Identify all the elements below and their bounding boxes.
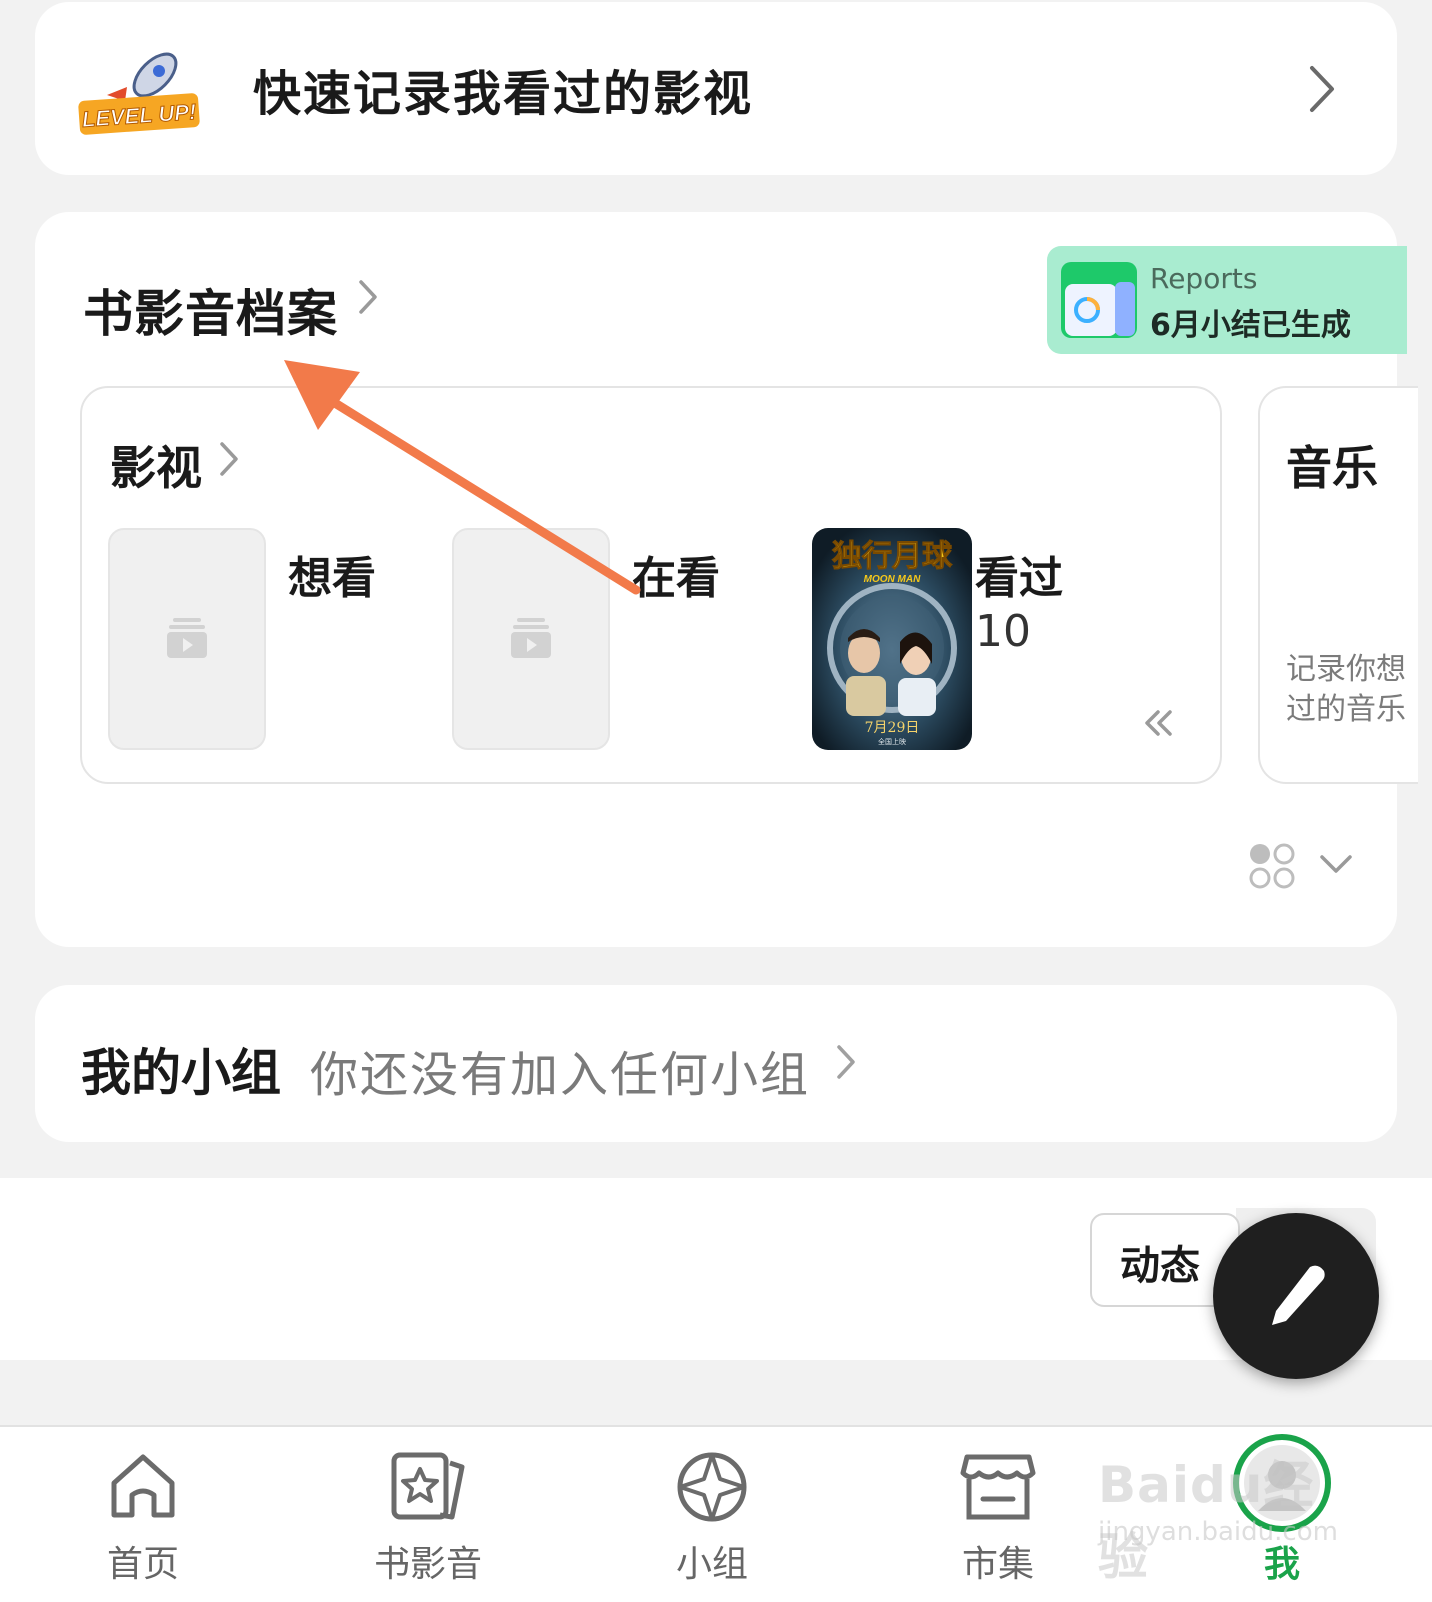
bottom-nav: 首页 书影音 小组 市集 我	[0, 1425, 1432, 1602]
movies-title: 影视	[110, 441, 202, 495]
archive-title[interactable]: 书影音档案	[83, 274, 338, 346]
video-placeholder-icon	[511, 618, 551, 658]
nav-groups-label: 小组	[675, 1544, 748, 1585]
svg-text:MOON MAN: MOON MAN	[864, 574, 921, 585]
music-description: 记录你想 过的音乐	[1286, 652, 1406, 727]
music-panel[interactable]: 音乐 记录你想 过的音乐	[1258, 386, 1418, 784]
reports-banner[interactable]: Reports 6月小结已生成	[1047, 246, 1407, 354]
nav-media-label: 书影音	[373, 1544, 482, 1585]
watching-label[interactable]: 在看	[632, 542, 720, 606]
group-globe-icon	[677, 1452, 747, 1522]
shop-icon	[960, 1454, 1036, 1520]
grid-layout-icon[interactable]	[1248, 842, 1296, 890]
chevron-right-icon	[1310, 66, 1334, 112]
nav-home-label: 首页	[106, 1544, 179, 1585]
reports-text: 6月小结已生成	[1150, 308, 1351, 343]
movies-panel[interactable]: 影视 想看 在看 独行月球 MOON MAN 7月29日 全国上映 看过 10	[80, 386, 1222, 784]
pencil-icon	[1272, 1265, 1325, 1325]
nav-home[interactable]: 首页	[53, 1427, 233, 1602]
poster-image: 独行月球 MOON MAN 7月29日 全国上映	[812, 528, 972, 750]
home-icon	[111, 1454, 175, 1518]
svg-text:全国上映: 全国上映	[878, 737, 906, 746]
nav-groups[interactable]: 小组	[622, 1427, 802, 1602]
svg-text:7月29日: 7月29日	[865, 720, 920, 736]
compose-button[interactable]	[1213, 1213, 1379, 1379]
chevron-right-icon	[220, 442, 238, 476]
nav-market-label: 市集	[961, 1544, 1034, 1585]
want-to-watch-label[interactable]: 想看	[288, 542, 376, 606]
chevron-down-icon[interactable]	[1318, 852, 1354, 876]
reports-label: Reports	[1150, 262, 1258, 295]
my-groups-title: 我的小组	[81, 1044, 281, 1102]
quick-record-title: 快速记录我看过的影视	[253, 66, 754, 122]
chevron-right-icon[interactable]	[357, 278, 379, 316]
groups-empty-text: 你还没有加入任何小组	[310, 1047, 811, 1103]
watched-label[interactable]: 看过	[975, 542, 1063, 606]
want-to-watch-thumb[interactable]	[108, 528, 266, 750]
feed-tab-label: 动态	[1120, 1243, 1200, 1289]
video-placeholder-icon	[167, 618, 207, 658]
nav-market[interactable]: 市集	[908, 1427, 1088, 1602]
report-calendar-icon	[1061, 262, 1137, 338]
nav-media[interactable]: 书影音	[338, 1427, 518, 1602]
archive-card: 书影音档案 Reports 6月小结已生成 影视 想看 在看 独行月球 MOON…	[35, 212, 1418, 947]
movie-poster[interactable]: 独行月球 MOON MAN 7月29日 全国上映	[812, 528, 972, 750]
music-title: 音乐	[1286, 441, 1378, 495]
nav-me-label: 我	[1263, 1544, 1300, 1585]
nav-me[interactable]: 我	[1192, 1427, 1372, 1602]
star-cards-icon	[391, 1452, 465, 1520]
watching-thumb[interactable]	[452, 528, 610, 750]
level-up-logo: LEVEL UP!	[78, 52, 200, 135]
chevron-right-icon	[837, 1045, 855, 1079]
svg-text:独行月球: 独行月球	[832, 539, 953, 574]
avatar-icon	[1233, 1434, 1331, 1532]
my-groups-card[interactable]: 我的小组 你还没有加入任何小组	[35, 985, 1397, 1142]
quick-record-card[interactable]: LEVEL UP! 快速记录我看过的影视	[35, 2, 1397, 175]
watched-count: 10	[975, 606, 1031, 657]
double-chevron-left-icon[interactable]	[1142, 708, 1174, 738]
